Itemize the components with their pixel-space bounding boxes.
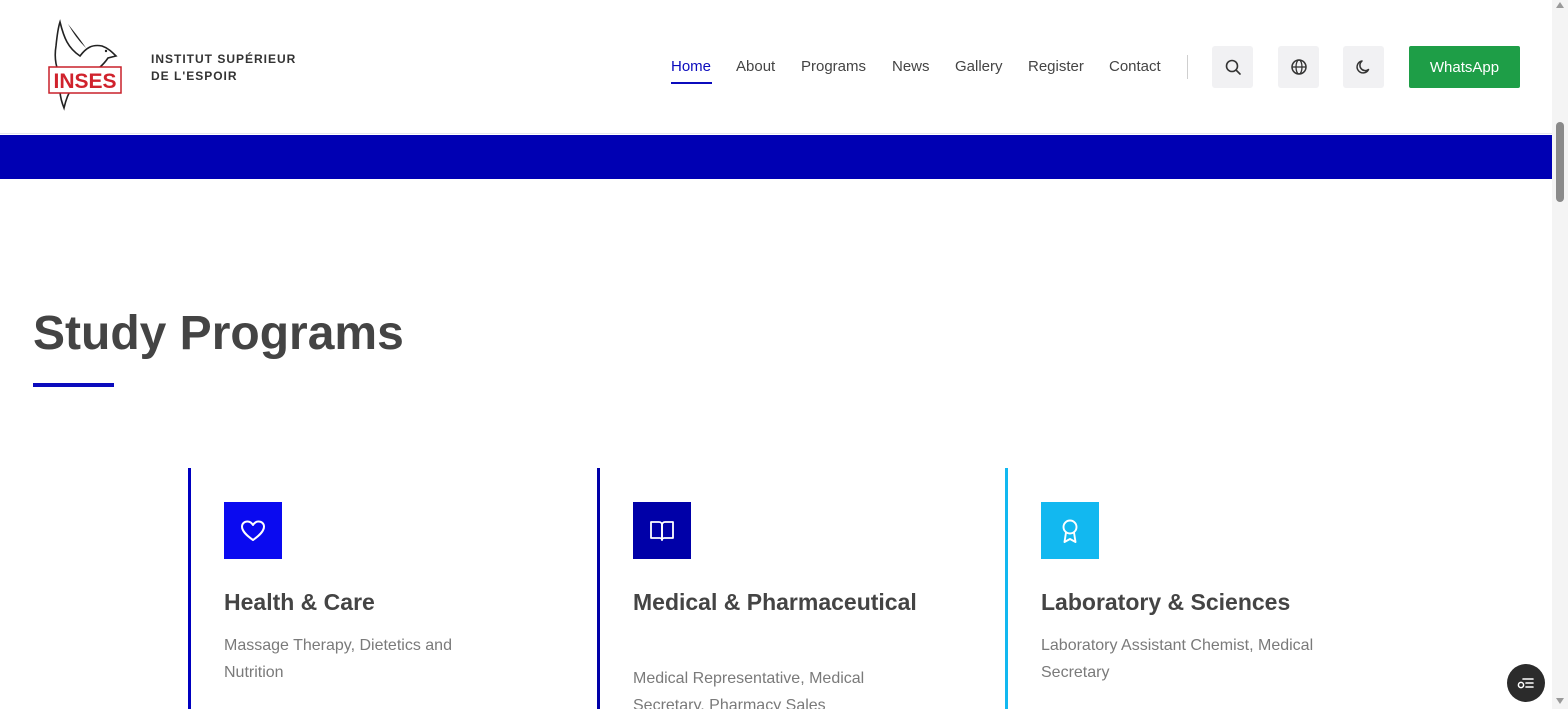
nav-gallery[interactable]: Gallery [955, 58, 1003, 75]
card-description: Laboratory Assistant Chemist, Medical Se… [1041, 637, 1314, 681]
card-accent-border [1005, 468, 1008, 709]
page: INSES INSTITUT SUPÉRIEUR DE L'ESPOIR Hom… [0, 0, 1568, 709]
language-button[interactable] [1278, 46, 1319, 88]
nav-about[interactable]: About [736, 58, 775, 75]
card-icon-box [633, 502, 691, 559]
brand-line-1: INSTITUT SUPÉRIEUR [151, 52, 297, 66]
site-header: INSES INSTITUT SUPÉRIEUR DE L'ESPOIR Hom… [0, 0, 1552, 134]
card-title: Health & Care [224, 589, 375, 615]
heart-icon [241, 520, 265, 541]
card-description: Massage Therapy, Dietetics and Nutrition [224, 637, 452, 681]
logo-text: INSES [53, 70, 116, 93]
nav-divider [1187, 55, 1188, 79]
whatsapp-button[interactable]: WhatsApp [1409, 46, 1520, 88]
title-accent-bar [33, 383, 114, 387]
nav-contact[interactable]: Contact [1109, 58, 1161, 75]
search-button[interactable] [1212, 46, 1253, 88]
brand-name: INSTITUT SUPÉRIEUR DE L'ESPOIR [151, 51, 296, 85]
hero-band [0, 135, 1552, 179]
card-accent-border [597, 468, 600, 709]
globe-icon [1290, 59, 1307, 75]
card-icon-box [224, 502, 282, 559]
list-settings-icon [1517, 678, 1534, 689]
page-scrollbar[interactable] [1552, 0, 1568, 709]
nav-news[interactable]: News [892, 58, 930, 75]
program-card-health[interactable]: Health & Care Massage Therapy, Dietetics… [188, 468, 568, 709]
inses-logo[interactable]: INSES [46, 18, 126, 114]
program-card-medical[interactable]: Medical & Pharmaceutical Medical Represe… [597, 468, 977, 709]
card-description: Medical Representative, Medical Secretar… [633, 670, 865, 709]
book-icon [650, 520, 674, 541]
theme-toggle-button[interactable] [1343, 46, 1384, 88]
program-card-laboratory[interactable]: Laboratory & Sciences Laboratory Assista… [1005, 468, 1385, 709]
nav-home[interactable]: Home [671, 58, 711, 75]
card-accent-border [188, 468, 191, 709]
award-icon [1062, 519, 1078, 543]
nav-register[interactable]: Register [1028, 58, 1084, 75]
brand-line-2: DE L'ESPOIR [151, 69, 238, 83]
card-title: Laboratory & Sciences [1041, 589, 1291, 615]
nav-active-indicator [671, 82, 712, 84]
moon-icon [1355, 60, 1369, 74]
floating-menu-button[interactable] [1507, 664, 1545, 702]
scroll-down-arrow-icon[interactable] [1556, 698, 1564, 704]
scroll-up-arrow-icon[interactable] [1556, 2, 1564, 8]
section-title: Study Programs [33, 307, 404, 360]
search-icon [1225, 59, 1241, 75]
nav-programs[interactable]: Programs [801, 58, 866, 75]
card-icon-box [1041, 502, 1099, 559]
card-title: Medical & Pharmaceutical [633, 589, 917, 615]
scroll-thumb[interactable] [1556, 122, 1564, 202]
